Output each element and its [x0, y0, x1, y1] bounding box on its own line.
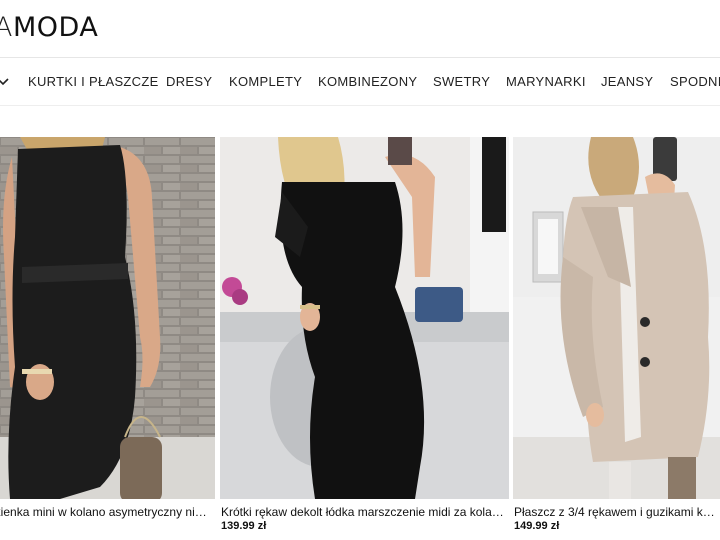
product-image[interactable] — [0, 137, 215, 499]
chevron-down-icon[interactable] — [0, 74, 10, 88]
product-title[interactable]: Płaszcz z 3/4 rękawem i guzikami kurtka — [514, 505, 720, 519]
nav-item-dresy[interactable]: DRESY — [166, 74, 212, 89]
nav-item-spodnie[interactable]: SPODNIE — [670, 74, 720, 89]
brand-name: MODA — [12, 12, 99, 43]
nav-item-kombinezony[interactable]: KOMBINEZONY — [318, 74, 417, 89]
product-image[interactable] — [220, 137, 509, 499]
product-title[interactable]: Krótki rękaw dekolt łódka marszczenie mi… — [221, 505, 505, 519]
product-grid — [0, 137, 720, 499]
product-price: 149.99 zł — [514, 520, 560, 532]
nav-item-swetry[interactable]: SWETRY — [433, 74, 490, 89]
brand-logo[interactable]: AMODA — [0, 12, 98, 43]
product-image[interactable] — [513, 137, 720, 499]
nav-item-marynarki[interactable]: MARYNARKI — [506, 74, 586, 89]
category-nav: KURTKI I PŁASZCZE DRESY KOMPLETY KOMBINE… — [0, 58, 720, 106]
site-header: AMODA — [0, 0, 720, 58]
product-price: 139.99 zł — [221, 520, 267, 532]
brand-prefix: A — [0, 12, 13, 43]
product-title[interactable]: Sukienka mini w kolano asymetryczny nies… — [0, 505, 212, 519]
nav-item-komplety[interactable]: KOMPLETY — [229, 74, 302, 89]
nav-item-kurtki[interactable]: KURTKI I PŁASZCZE — [28, 74, 159, 89]
nav-item-jeansy[interactable]: JEANSY — [601, 74, 653, 89]
